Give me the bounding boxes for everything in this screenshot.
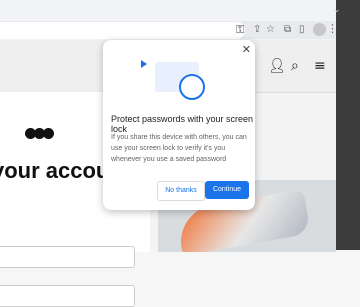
close-icon[interactable]: ✕	[242, 43, 251, 56]
window-frame	[336, 0, 360, 250]
screen-lock-dialog: ✕ Protect passwords with your screen loc…	[103, 40, 255, 210]
brand-logo	[25, 126, 54, 144]
browser-chrome: ⌄ ⚿ ⇪ ☆ ⧉ ▯ ⋮	[0, 0, 360, 250]
dialog-title: Protect passwords with your screen lock	[111, 114, 254, 134]
profile-avatar[interactable]	[313, 23, 326, 36]
play-icon	[141, 60, 147, 68]
more-menu-icon[interactable]: ⋮	[327, 23, 338, 35]
fingerprint-icon	[179, 74, 205, 100]
menu-icon[interactable]: ≡	[314, 58, 326, 74]
key-icon[interactable]: ⚿	[236, 24, 244, 36]
user-icon[interactable]: 👤︎	[268, 58, 286, 74]
address-bar[interactable]	[0, 22, 245, 39]
extensions-icon[interactable]: ⧉	[284, 24, 291, 36]
security-illustration	[141, 54, 211, 104]
password-field[interactable]	[0, 285, 135, 307]
side-panel-icon[interactable]: ▯	[299, 24, 305, 36]
search-icon[interactable]: ⌕	[291, 58, 299, 74]
star-icon[interactable]: ☆	[266, 24, 275, 36]
share-icon[interactable]: ⇪	[253, 24, 261, 36]
no-thanks-button[interactable]: No thanks	[157, 181, 205, 201]
dialog-body: If you share this device with others, yo…	[111, 134, 247, 163]
chevron-down-icon[interactable]: ⌄	[333, 4, 341, 16]
continue-button[interactable]: Continue	[205, 181, 249, 199]
email-field[interactable]	[0, 246, 135, 268]
